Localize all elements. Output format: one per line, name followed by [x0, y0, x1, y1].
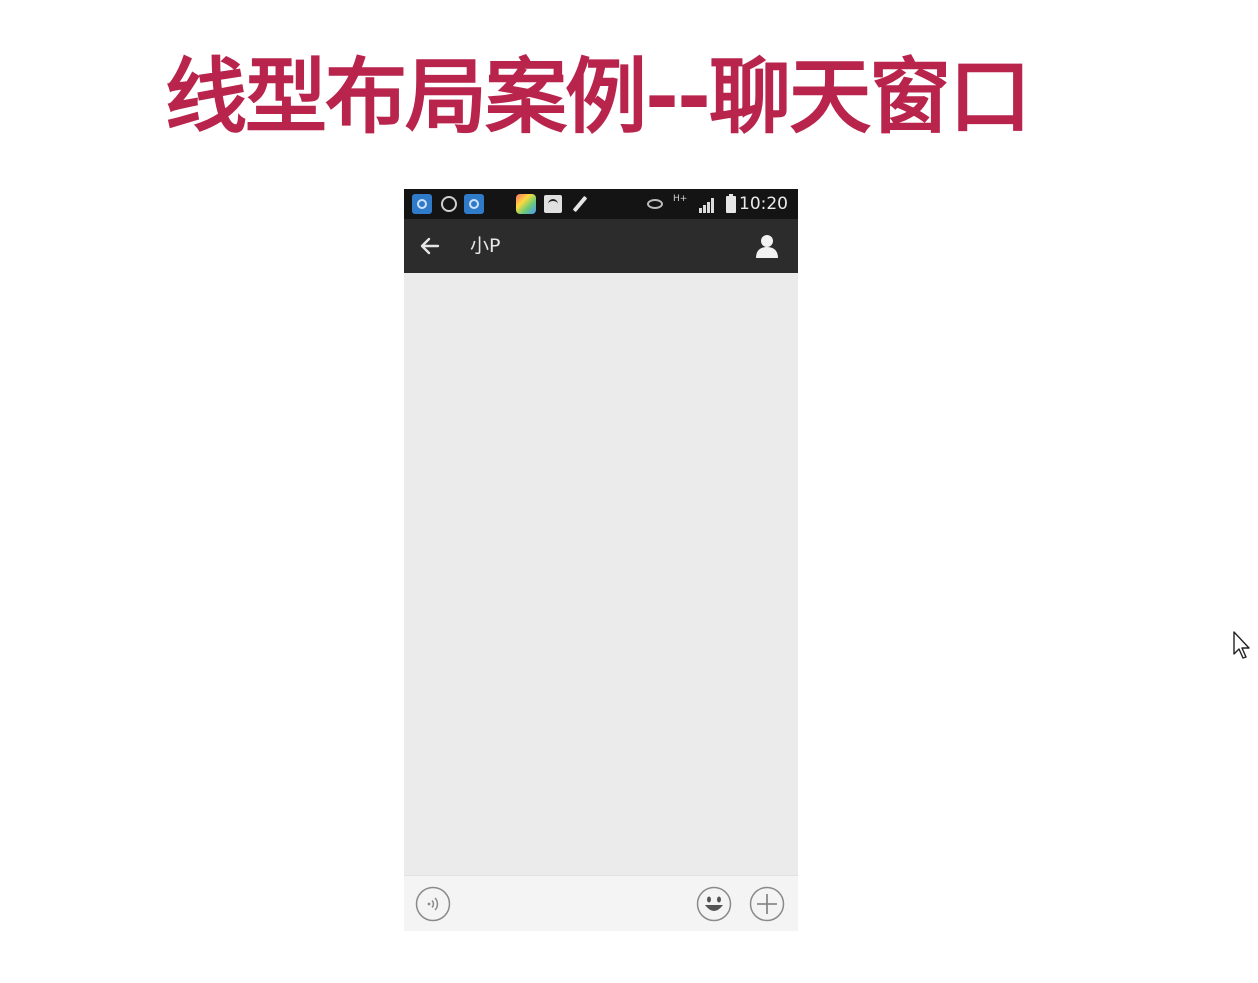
status-bar: H+ 10:20 — [404, 189, 798, 219]
chat-title: 小P — [470, 235, 501, 257]
notification-app-icon — [464, 194, 484, 214]
status-time: 10:20 — [739, 194, 788, 214]
phone-screen: H+ 10:20 小P — [404, 189, 798, 931]
network-icon: H+ — [673, 194, 688, 204]
wifi-app-icon — [544, 195, 562, 213]
action-bar: 小P — [404, 219, 798, 273]
signal-icon — [699, 197, 717, 213]
plus-icon[interactable] — [749, 886, 785, 922]
message-list[interactable] — [404, 273, 798, 875]
colorful-app-icon — [516, 194, 536, 214]
input-bar — [404, 875, 798, 931]
mouse-cursor-icon — [1232, 630, 1254, 662]
voice-icon[interactable] — [415, 886, 451, 922]
smiley-icon[interactable] — [696, 886, 732, 922]
face-icon — [441, 196, 457, 212]
arrow-left-icon[interactable] — [418, 234, 442, 258]
notification-app-icon — [412, 194, 432, 214]
person-icon[interactable] — [754, 233, 780, 259]
eye-icon — [647, 199, 663, 209]
pen-icon — [572, 195, 588, 213]
slide-title: 线型布局案例--聊天窗口 — [165, 50, 1031, 145]
battery-icon — [726, 194, 736, 213]
slide: 线型布局案例--聊天窗口 H+ 10:20 小P — [0, 0, 1258, 983]
